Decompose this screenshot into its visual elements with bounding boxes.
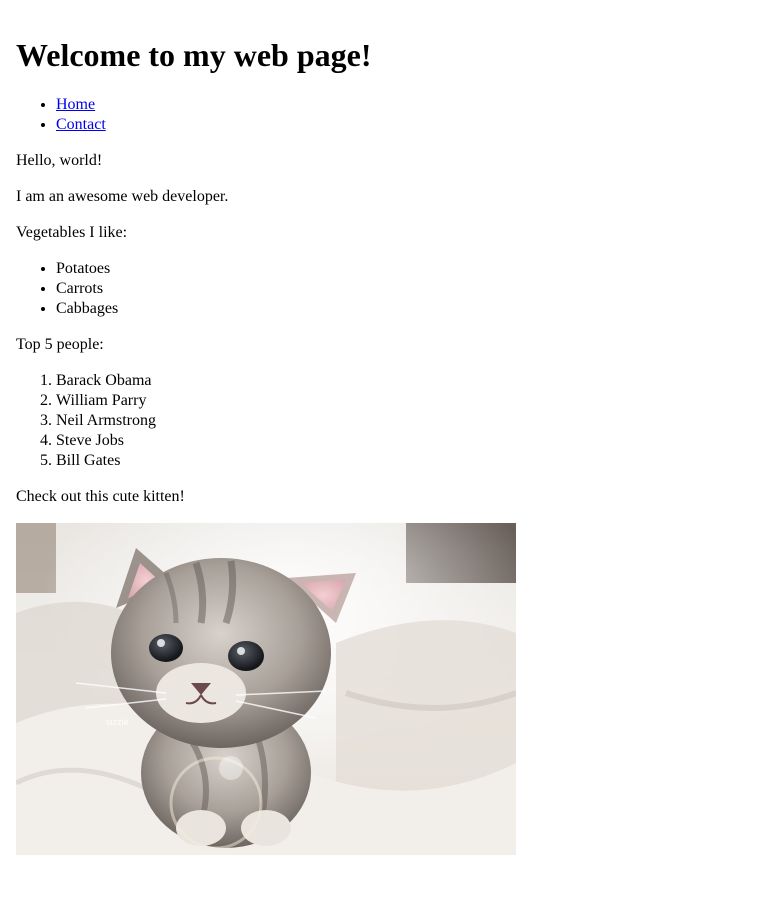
- vegetables-heading: Vegetables I like:: [16, 224, 128, 241]
- list-item: Neil Armstrong: [56, 411, 768, 431]
- home-link[interactable]: Home: [56, 96, 95, 113]
- people-list: Barack Obama William Parry Neil Armstron…: [16, 371, 768, 471]
- nav-list: Home Contact: [16, 95, 768, 135]
- page-content: Welcome to my web page! Home Contact Hel…: [0, 37, 784, 855]
- kitten-image: sizzle: [16, 523, 516, 855]
- contact-link[interactable]: Contact: [56, 116, 106, 133]
- page-title: Welcome to my web page!: [16, 37, 372, 73]
- intro-text: I am an awesome web developer.: [16, 188, 229, 205]
- nav-item-contact: Contact: [56, 115, 768, 135]
- kitten-caption: Check out this cute kitten!: [16, 488, 185, 505]
- list-item: Bill Gates: [56, 451, 768, 471]
- vegetables-list: Potatoes Carrots Cabbages: [16, 259, 768, 319]
- people-heading: Top 5 people:: [16, 336, 104, 353]
- watermark-text: sizzle: [106, 717, 129, 727]
- list-item: Potatoes: [56, 259, 768, 279]
- nav-item-home: Home: [56, 95, 768, 115]
- list-item: Carrots: [56, 279, 768, 299]
- greeting-text: Hello, world!: [16, 152, 103, 169]
- list-item: Steve Jobs: [56, 431, 768, 451]
- list-item: William Parry: [56, 391, 768, 411]
- list-item: Barack Obama: [56, 371, 768, 391]
- list-item: Cabbages: [56, 299, 768, 319]
